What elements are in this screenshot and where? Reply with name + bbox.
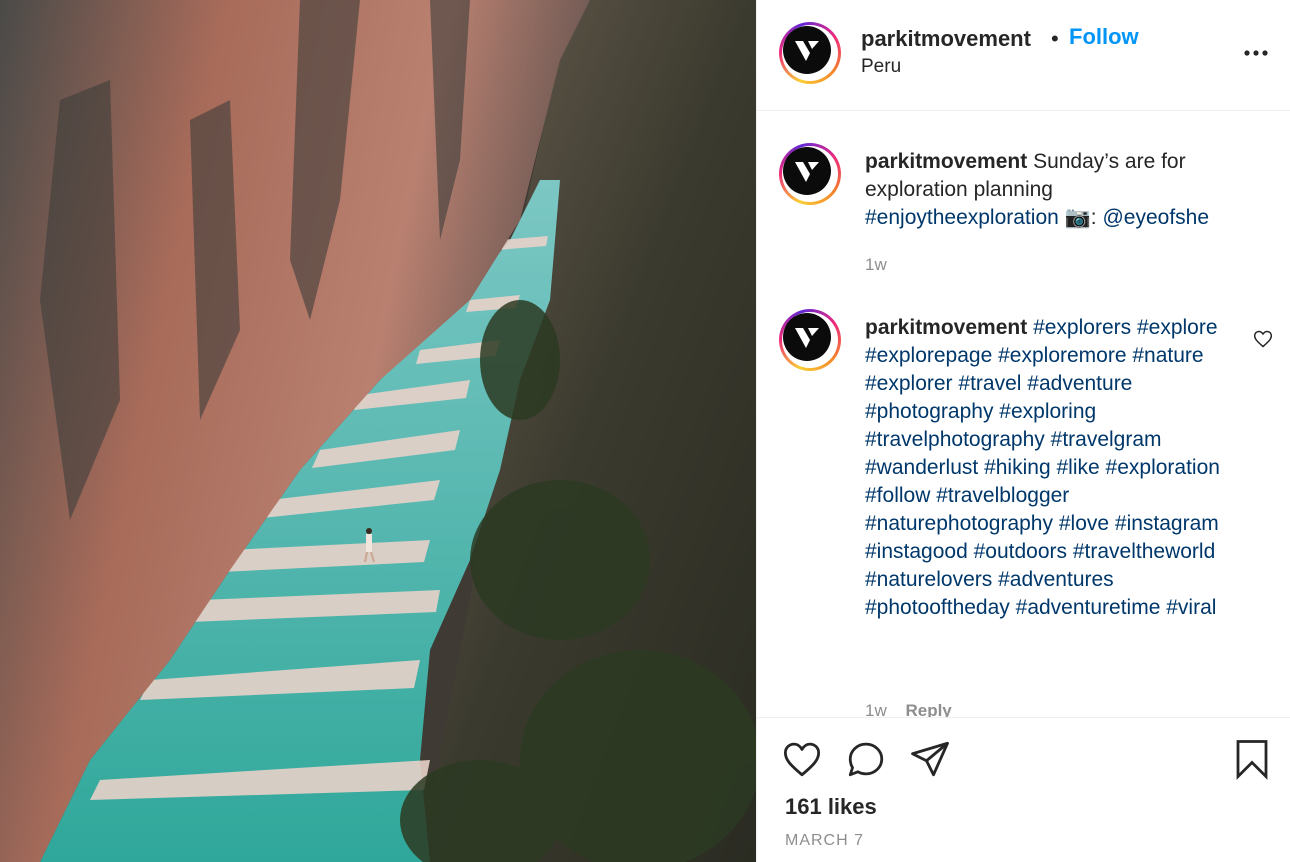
caption-username[interactable]: parkitmovement — [865, 150, 1027, 173]
hashtag-list: #explorers #explore #explorepage #explor… — [865, 316, 1220, 619]
caption-time[interactable]: 1w — [865, 255, 887, 275]
hashtag-link[interactable]: #explorer — [865, 372, 953, 395]
hashtag-link[interactable]: #adventure — [1027, 372, 1132, 395]
brand-logo-icon — [795, 41, 819, 61]
heart-icon[interactable] — [781, 738, 823, 780]
hashtag-link[interactable]: #explore — [1137, 316, 1218, 339]
hashtag-link[interactable]: #photooftheday — [865, 596, 1010, 619]
hashtag-link[interactable]: #travelgram — [1051, 428, 1162, 451]
hashtag-link[interactable]: #adventuretime — [1016, 596, 1161, 619]
comments-section[interactable]: parkitmovement Sunday’s are for explorat… — [757, 111, 1290, 717]
more-icon[interactable] — [1241, 38, 1271, 68]
hashtag-link[interactable]: #explorepage — [865, 344, 992, 367]
caption-text: parkitmovement Sunday’s are for explorat… — [865, 148, 1245, 232]
follow-button[interactable]: Follow — [1069, 24, 1139, 50]
hashtag-link[interactable]: #traveltheworld — [1073, 540, 1215, 563]
post-username[interactable]: parkitmovement — [861, 26, 1031, 52]
caption-mention[interactable]: @eyeofshe — [1102, 206, 1209, 229]
hashtag-link[interactable]: #love — [1059, 512, 1109, 535]
hashtag-link[interactable]: #travel — [958, 372, 1021, 395]
hashtag-link[interactable]: #exploring — [999, 400, 1096, 423]
camera-emoji: 📷: — [1064, 206, 1097, 229]
hashtag-link[interactable]: #naturelovers — [865, 568, 992, 591]
likes-count[interactable]: 161 likes — [785, 794, 877, 820]
hashtag-link[interactable]: #viral — [1166, 596, 1216, 619]
canyon-photo — [0, 0, 756, 862]
hashtag-link[interactable]: #instagram — [1115, 512, 1219, 535]
hashtag-link[interactable]: #adventures — [998, 568, 1114, 591]
actions-bar: 161 likes MARCH 7 — [757, 717, 1290, 862]
hashtag-link[interactable]: #exploration — [1106, 456, 1220, 479]
hashtag-link[interactable]: #travelblogger — [936, 484, 1069, 507]
hashtag-link[interactable]: #naturephotography — [865, 512, 1053, 535]
hashtag-link[interactable]: #photography — [865, 400, 993, 423]
brand-logo-icon — [795, 162, 819, 182]
post-date[interactable]: MARCH 7 — [785, 832, 864, 850]
avatar[interactable] — [779, 22, 841, 84]
post-photo[interactable] — [0, 0, 756, 862]
comment-icon[interactable] — [845, 738, 887, 780]
comment-username[interactable]: parkitmovement — [865, 316, 1027, 339]
hashtag-link[interactable]: #travelphotography — [865, 428, 1045, 451]
share-icon[interactable] — [909, 738, 951, 780]
comment-text: parkitmovement #explorers #explore #expl… — [865, 314, 1237, 622]
comment-meta: 1w Reply — [865, 701, 952, 717]
comment-time[interactable]: 1w — [865, 701, 887, 717]
caption-hashtag[interactable]: #enjoytheexploration — [865, 206, 1059, 229]
hashtag-link[interactable]: #nature — [1132, 344, 1203, 367]
hashtag-link[interactable]: #like — [1056, 456, 1099, 479]
post-detail-panel: parkitmovement • Follow Peru parkitmovem… — [756, 0, 1290, 862]
hashtag-link[interactable]: #hiking — [984, 456, 1051, 479]
comment-avatar[interactable] — [779, 309, 841, 371]
hashtag-link[interactable]: #follow — [865, 484, 930, 507]
hashtag-link[interactable]: #instagood — [865, 540, 968, 563]
hashtag-link[interactable]: #exploremore — [998, 344, 1126, 367]
hashtag-link[interactable]: #outdoors — [974, 540, 1067, 563]
brand-logo-icon — [795, 328, 819, 348]
reply-button[interactable]: Reply — [905, 701, 951, 717]
small-heart-icon[interactable] — [1253, 329, 1273, 349]
separator-dot: • — [1051, 26, 1059, 51]
hashtag-link[interactable]: #explorers — [1033, 316, 1131, 339]
bookmark-icon[interactable] — [1231, 738, 1273, 780]
caption-avatar[interactable] — [779, 143, 841, 205]
hashtag-link[interactable]: #wanderlust — [865, 456, 978, 479]
post-location[interactable]: Peru — [861, 56, 901, 78]
post-header: parkitmovement • Follow Peru — [757, 0, 1290, 111]
